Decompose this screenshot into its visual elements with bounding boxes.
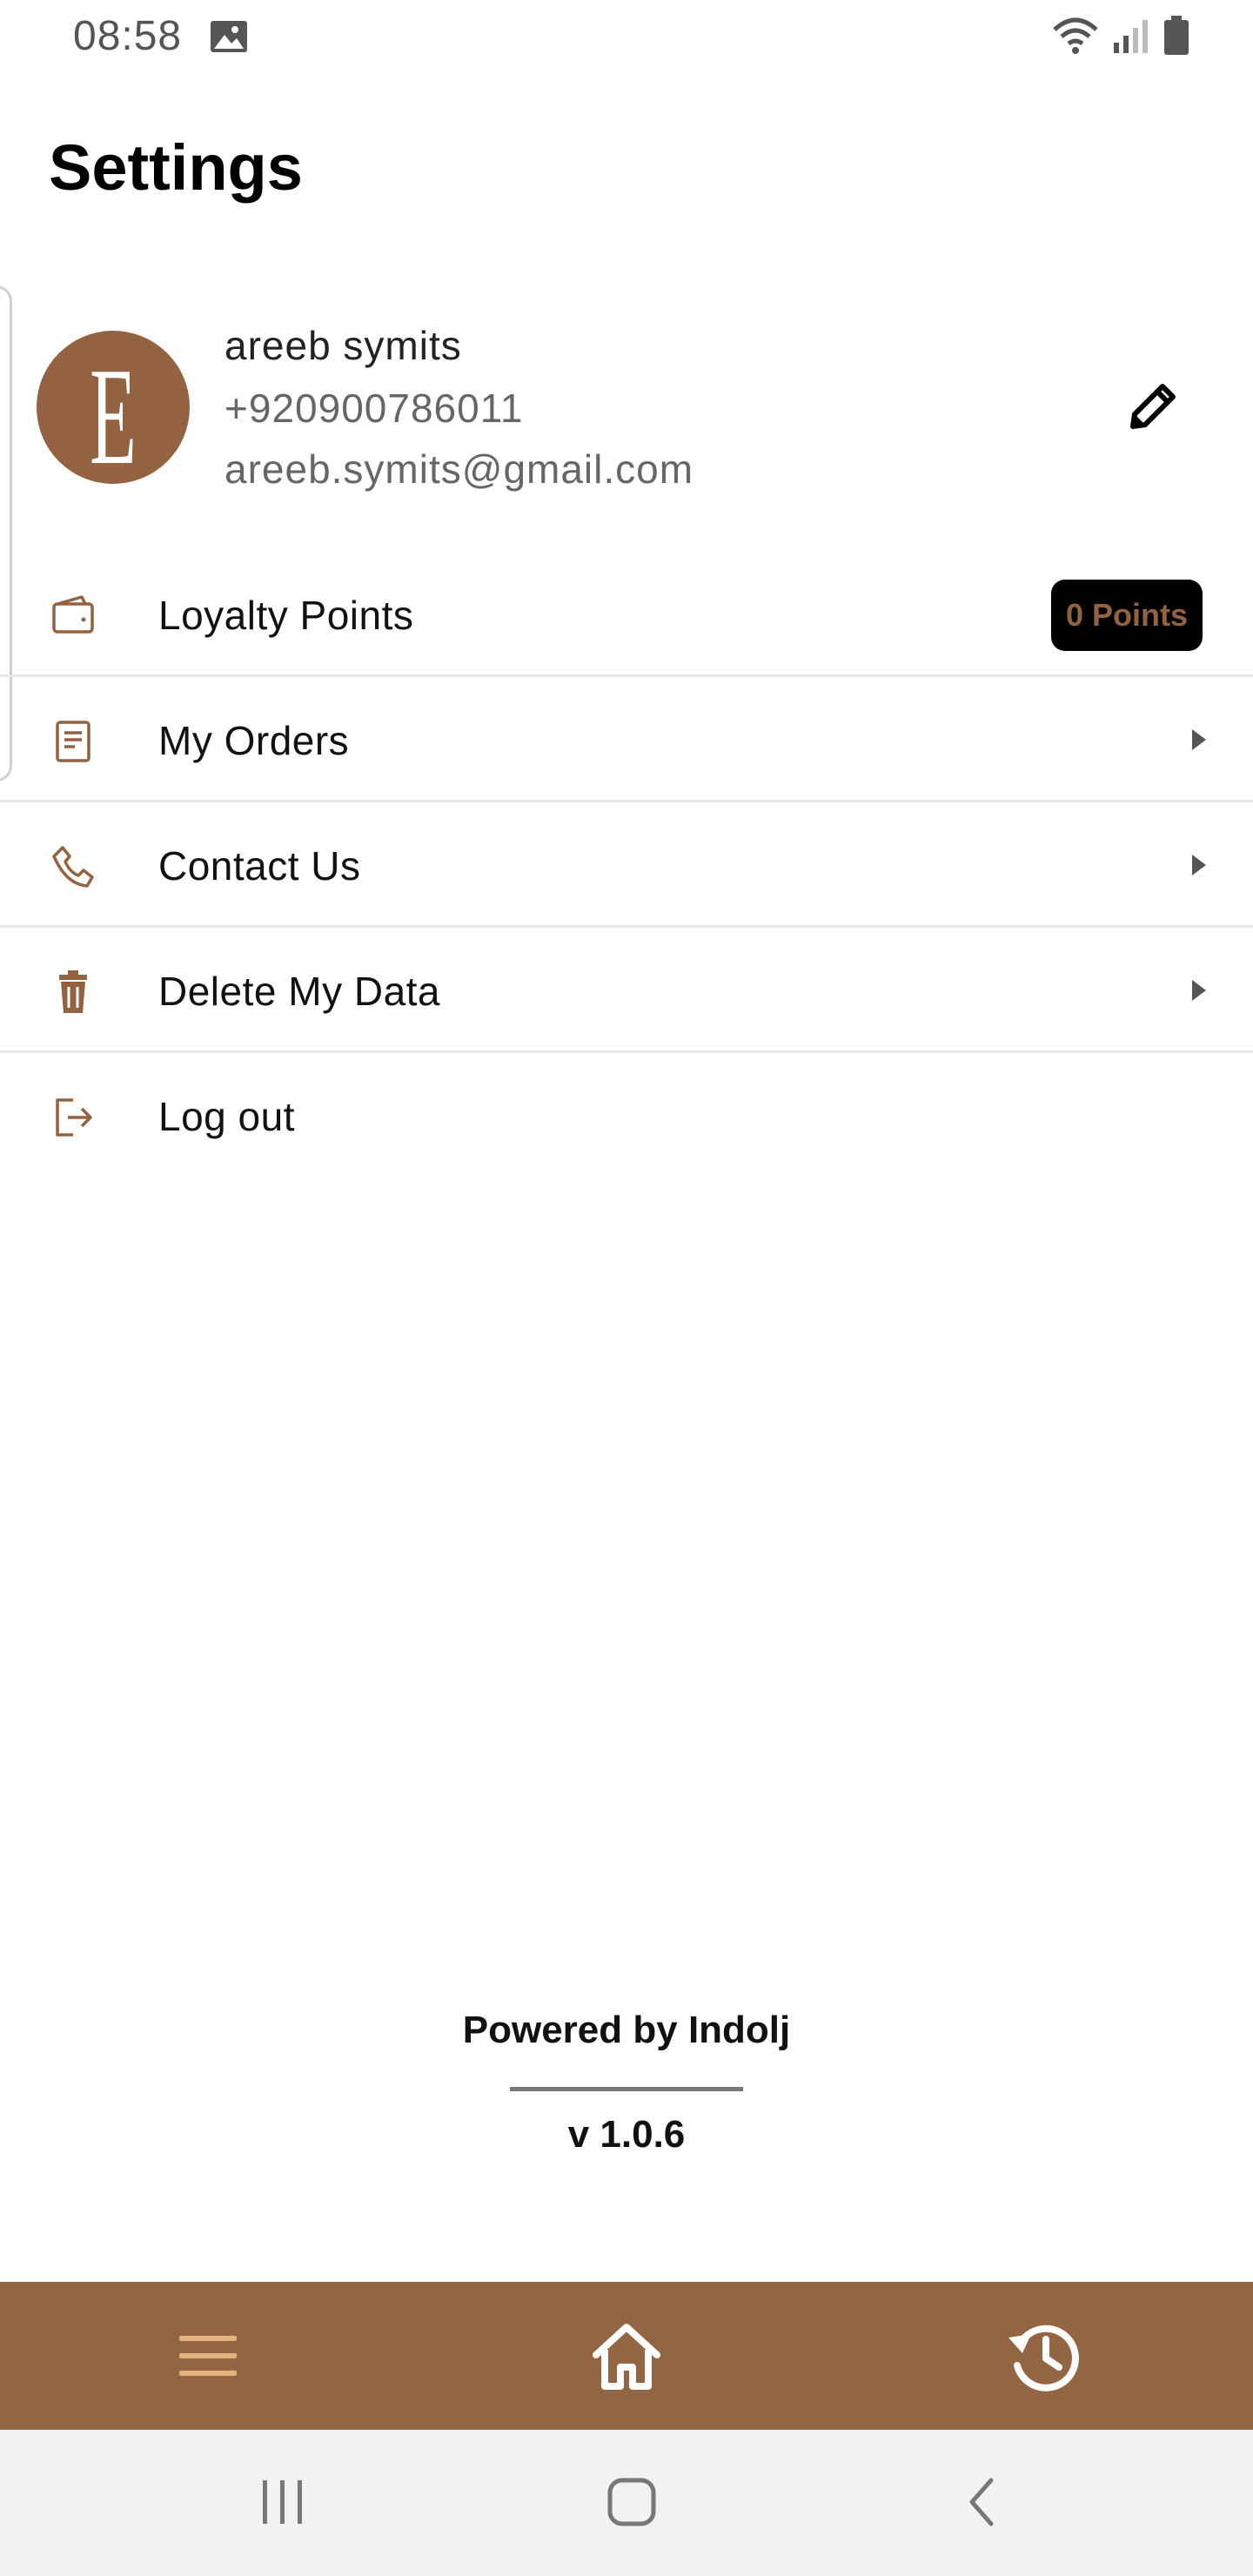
chevron-right-icon	[1192, 729, 1206, 750]
status-bar: 08:58	[0, 0, 1253, 75]
profile-email: areeb.symits@gmail.com	[224, 446, 694, 492]
menu-item-label: My Orders	[158, 718, 350, 763]
profile-card: E areeb symits +920900786011 areeb.symit…	[0, 322, 1253, 496]
logout-icon	[56, 1098, 92, 1137]
menu-item-label: Loyalty Points	[158, 593, 414, 638]
home-button-icon[interactable]	[601, 2472, 662, 2532]
powered-by-text: Powered by Indolj	[462, 2009, 791, 2051]
wifi-icon	[1053, 17, 1098, 54]
chevron-right-icon	[1192, 855, 1206, 875]
status-icons	[1051, 14, 1190, 57]
footer-divider	[510, 2087, 743, 2091]
menu-item-label: Delete My Data	[158, 969, 441, 1014]
chevron-right-icon	[1192, 980, 1206, 1001]
signal-icon	[1114, 20, 1148, 53]
history-icon[interactable]	[1005, 2317, 1083, 2395]
page-title: Settings	[49, 131, 303, 204]
status-time: 08:58	[73, 13, 183, 59]
receipt-icon	[56, 721, 90, 762]
battery-icon	[1164, 16, 1189, 55]
menu-item-contact-us[interactable]: Contact Us	[0, 802, 1253, 928]
pencil-icon[interactable]	[1122, 374, 1185, 437]
menu-item-loyalty-points[interactable]: Loyalty Points 0 Points	[0, 552, 1253, 677]
menu-item-log-out[interactable]: Log out	[0, 1053, 1253, 1178]
profile-phone: +920900786011	[224, 386, 524, 431]
profile-name: areeb symits	[224, 323, 462, 368]
settings-menu: Loyalty Points 0 Points My Orders Contac…	[0, 552, 1253, 1178]
app-version: v 1.0.6	[567, 2113, 686, 2156]
menu-item-label: Log out	[158, 1094, 295, 1139]
avatar: E	[37, 331, 190, 493]
image-icon	[211, 21, 247, 52]
home-icon[interactable]	[587, 2317, 666, 2395]
menu-item-my-orders[interactable]: My Orders	[0, 677, 1253, 802]
menu-item-delete-my-data[interactable]: Delete My Data	[0, 928, 1253, 1053]
menu-icon[interactable]	[169, 2317, 247, 2395]
wallet-icon	[52, 595, 94, 634]
settings-screen: 08:58 Settings E areeb symits +920900786…	[0, 0, 1253, 2576]
points-badge: 0 Points	[1051, 580, 1203, 651]
menu-item-label: Contact Us	[158, 843, 361, 889]
system-navigation-bar	[0, 2430, 1253, 2576]
phone-icon	[52, 846, 94, 888]
avatar-letter: E	[90, 339, 137, 493]
back-icon[interactable]	[953, 2472, 1014, 2532]
bottom-app-bar	[0, 2282, 1253, 2430]
recent-apps-icon[interactable]	[252, 2472, 313, 2532]
trash-icon	[59, 970, 87, 1013]
